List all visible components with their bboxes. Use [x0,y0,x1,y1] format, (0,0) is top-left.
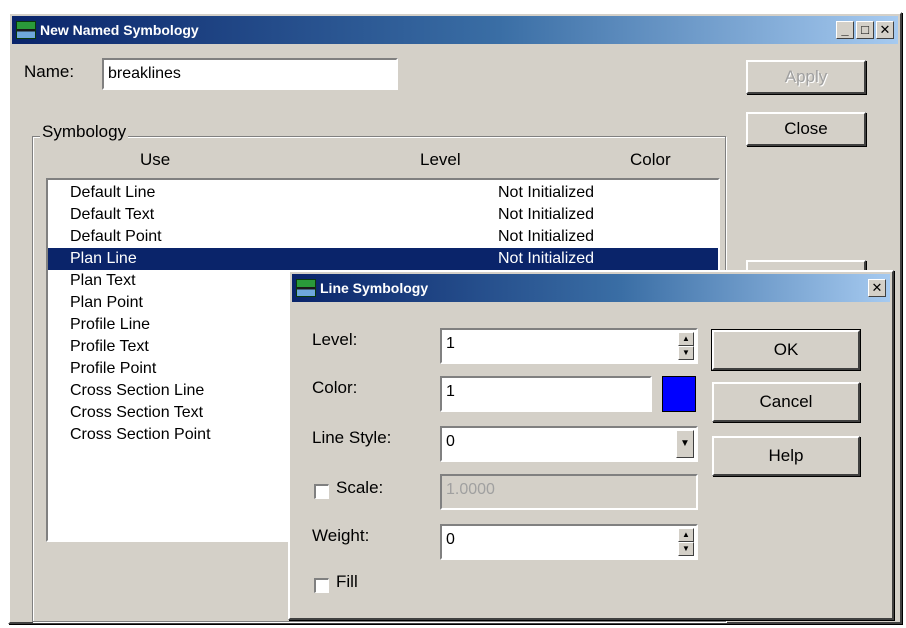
ok-button[interactable]: OK [711,329,861,371]
color-swatch[interactable] [662,376,696,412]
scale-value: 1.0000 [446,481,495,498]
list-item[interactable]: Default Text Not Initialized [48,204,718,226]
list-item-use: Cross Section Text [70,404,204,421]
list-item-use: Plan Line [70,250,137,267]
color-label: Color: [312,378,358,397]
list-item-use: Default Text [70,206,155,223]
line-style-label: Line Style: [312,428,392,447]
main-title-bar[interactable]: New Named Symbology _ □ ✕ [12,16,898,44]
list-item-use: Plan Text [70,272,136,289]
fill-checkbox[interactable] [314,578,329,593]
symbology-group-label: Symbology [40,122,129,142]
column-header-use: Use [140,150,171,169]
line-symbology-dialog: Line Symbology ✕ Level: 1 ▲ ▼ Color: 1 Li… [288,270,894,620]
list-item-selected[interactable]: Plan Line Not Initialized [48,248,718,270]
list-item-use: Profile Point [70,360,157,377]
column-header-color: Color [630,150,671,169]
maximize-icon[interactable]: □ [856,21,874,39]
app-icon [296,279,316,297]
list-item-level: Not Initialized [498,228,595,245]
column-header-level: Level [420,150,461,169]
list-item-use: Plan Point [70,294,143,311]
list-item-use: Default Line [70,184,156,201]
list-item-use: Cross Section Point [70,426,211,443]
fill-label: Fill [336,572,358,591]
weight-label: Weight: [312,526,370,545]
list-item[interactable]: Default Line Not Initialized [48,182,718,204]
apply-button[interactable]: Apply [746,60,866,94]
level-value: 1 [446,335,455,352]
spin-up-icon[interactable]: ▲ [678,528,694,542]
cancel-button[interactable]: Cancel [712,382,860,422]
list-item-use: Default Point [70,228,162,245]
dialog-title: Line Symbology [320,280,429,296]
minimize-icon[interactable]: _ [836,21,854,39]
weight-spinner[interactable]: 0 ▲ ▼ [440,524,698,560]
weight-spin-buttons[interactable]: ▲ ▼ [678,528,694,556]
line-style-select[interactable]: 0 ▼ [440,426,698,462]
dialog-title-bar[interactable]: Line Symbology ✕ [292,274,890,302]
list-item-use: Profile Line [70,316,151,333]
list-item-use: Cross Section Line [70,382,205,399]
help-button[interactable]: Help [712,436,860,476]
dialog-close-icon[interactable]: ✕ [868,279,886,297]
chevron-down-icon[interactable]: ▼ [676,430,694,458]
scale-checkbox[interactable] [314,484,329,499]
close-button[interactable]: Close [746,112,866,146]
level-label: Level: [312,330,358,349]
name-input-value: breaklines [108,65,181,82]
scale-label: Scale: [336,478,384,497]
color-value: 1 [446,383,455,400]
level-spinner[interactable]: 1 ▲ ▼ [440,328,698,364]
spin-up-icon[interactable]: ▲ [678,332,694,346]
color-input[interactable]: 1 [440,376,652,412]
close-icon[interactable]: ✕ [876,21,894,39]
spin-down-icon[interactable]: ▼ [678,542,694,556]
list-item-level: Not Initialized [498,206,595,223]
main-window-title: New Named Symbology [40,22,199,38]
list-item-level: Not Initialized [498,184,595,201]
spin-down-icon[interactable]: ▼ [678,346,694,360]
line-style-value: 0 [446,433,455,450]
list-item[interactable]: Default Point Not Initialized [48,226,718,248]
level-spin-buttons[interactable]: ▲ ▼ [678,332,694,360]
scale-input: 1.0000 [440,474,698,510]
list-item-use: Profile Text [70,338,149,355]
app-icon [16,21,36,39]
name-label: Name: [24,62,75,81]
name-input[interactable]: breaklines [102,58,398,90]
list-item-level: Not Initialized [498,250,595,267]
weight-value: 0 [446,531,455,548]
